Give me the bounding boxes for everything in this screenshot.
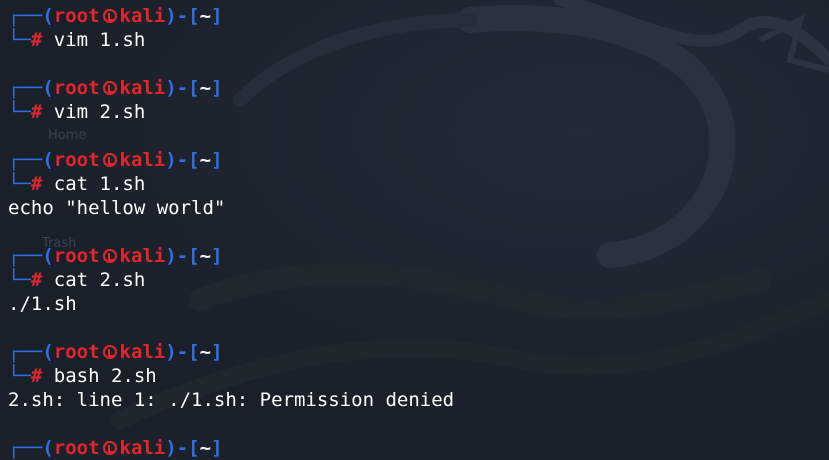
command-line: └─# vim 1.sh bbox=[8, 29, 146, 51]
command-text: bash 2.sh bbox=[53, 365, 157, 387]
command-text: vim 2.sh bbox=[53, 101, 146, 123]
prompt-line: ┌──(root kali)-[~] bbox=[8, 149, 223, 171]
prompt-line: ┌──(root kali)-[~] bbox=[8, 341, 223, 363]
kali-skull-icon bbox=[102, 81, 117, 95]
kali-skull-icon bbox=[102, 345, 117, 359]
prompt-line: ┌──(root kali)-[~] bbox=[8, 5, 223, 27]
prompt-line: ┌──(root kali)-[~] bbox=[8, 77, 223, 99]
terminal-output[interactable]: ┌──(root kali)-[~] └─# vim 1.sh ┌──(root k… bbox=[8, 4, 829, 460]
kali-skull-icon bbox=[102, 9, 117, 23]
kali-skull-icon bbox=[102, 441, 117, 455]
kali-skull-icon bbox=[102, 153, 117, 167]
command-text: cat 1.sh bbox=[53, 173, 146, 195]
command-line: └─# vim 2.sh bbox=[8, 101, 146, 123]
command-line: └─# cat 1.sh bbox=[8, 173, 146, 195]
command-line: └─# cat 2.sh bbox=[8, 269, 146, 291]
prompt-line: ┌──(root kali)-[~] bbox=[8, 245, 223, 267]
command-output: ./1.sh bbox=[8, 293, 77, 315]
command-output: echo "hellow world" bbox=[8, 197, 226, 219]
command-line: └─# bash 2.sh bbox=[8, 365, 157, 387]
kali-skull-icon bbox=[102, 249, 117, 263]
command-text: vim 1.sh bbox=[53, 29, 146, 51]
command-text: cat 2.sh bbox=[53, 269, 146, 291]
command-output: 2.sh: line 1: ./1.sh: Permission denied bbox=[8, 389, 455, 411]
